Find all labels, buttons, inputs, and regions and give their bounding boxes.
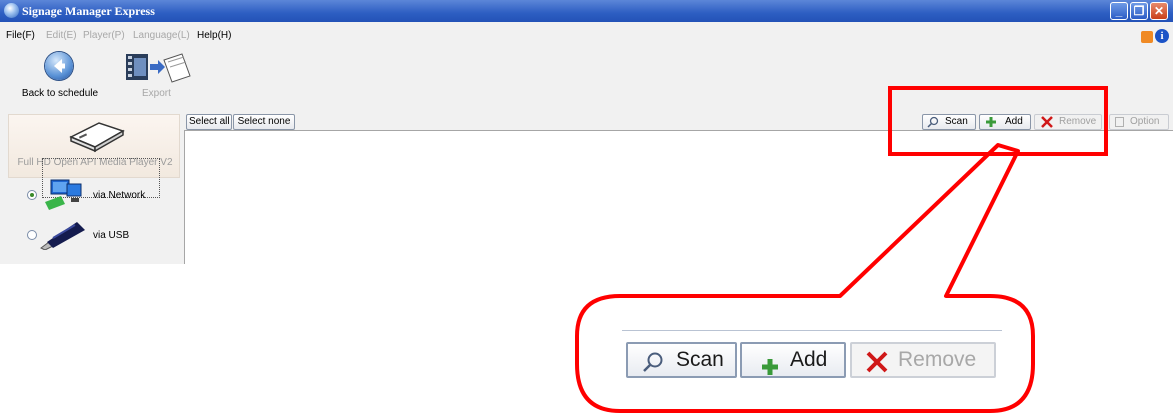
via-usb-label: via USB xyxy=(93,230,130,241)
via-usb-radio[interactable] xyxy=(27,230,37,240)
zoom-remove-label: Remove xyxy=(898,348,977,371)
menu-help[interactable]: Help(H) xyxy=(197,30,231,41)
option-label: Option xyxy=(1130,116,1160,127)
zoom-search-icon xyxy=(642,351,664,383)
zoom-scan-button[interactable]: Scan xyxy=(626,342,737,378)
menu-player[interactable]: Player(P) xyxy=(83,30,125,41)
via-network-label: via Network xyxy=(93,190,146,201)
back-to-schedule-label: Back to schedule xyxy=(21,88,99,99)
window-title: Signage Manager Express xyxy=(22,4,155,18)
zoom-remove-x-icon xyxy=(866,351,888,383)
zoom-add-button[interactable]: Add xyxy=(740,342,846,378)
app-logo-icon xyxy=(4,3,19,18)
menu-edit[interactable]: Edit(E) xyxy=(46,30,77,41)
usb-drive-icon xyxy=(39,218,87,253)
select-none-button[interactable]: Select none xyxy=(233,114,295,130)
highlight-rectangle xyxy=(888,86,1108,156)
media-player-device-icon xyxy=(65,119,127,156)
back-arrow-icon xyxy=(45,52,73,80)
via-network-option[interactable]: via Network xyxy=(5,174,175,214)
via-usb-option[interactable]: via USB xyxy=(5,214,175,254)
header-icons: i xyxy=(1141,29,1171,45)
zoom-scan-label: Scan xyxy=(676,348,724,371)
back-to-schedule-button[interactable]: Back to schedule xyxy=(0,50,120,102)
network-computer-icon xyxy=(43,178,85,213)
export-button[interactable]: Export xyxy=(120,50,196,102)
zoom-plus-icon xyxy=(762,353,778,385)
zoomed-buttons: Scan Add Remove xyxy=(622,330,1002,390)
maximize-button[interactable]: ❐ xyxy=(1130,2,1148,20)
minimize-button[interactable]: _ xyxy=(1110,2,1128,20)
title-bar[interactable]: Signage Manager Express _ ❐ ✕ xyxy=(0,0,1173,22)
zoom-remove-button[interactable]: Remove xyxy=(850,342,996,378)
close-button[interactable]: ✕ xyxy=(1150,2,1168,20)
option-button[interactable]: Option xyxy=(1109,114,1169,130)
option-icon xyxy=(1115,117,1124,127)
info-icon[interactable]: i xyxy=(1155,29,1169,43)
zoom-divider xyxy=(622,330,1002,331)
via-network-radio[interactable] xyxy=(27,190,37,200)
rss-icon[interactable] xyxy=(1141,31,1153,43)
sidebar: Full HD Open API Media Player V2 via Net… xyxy=(5,114,180,264)
export-icon xyxy=(124,50,194,89)
menu-language[interactable]: Language(L) xyxy=(133,30,190,41)
menu-file[interactable]: File(F) xyxy=(6,30,35,41)
zoom-add-label: Add xyxy=(790,348,828,371)
select-all-button[interactable]: Select all xyxy=(186,114,232,130)
export-label: Export xyxy=(142,88,171,99)
